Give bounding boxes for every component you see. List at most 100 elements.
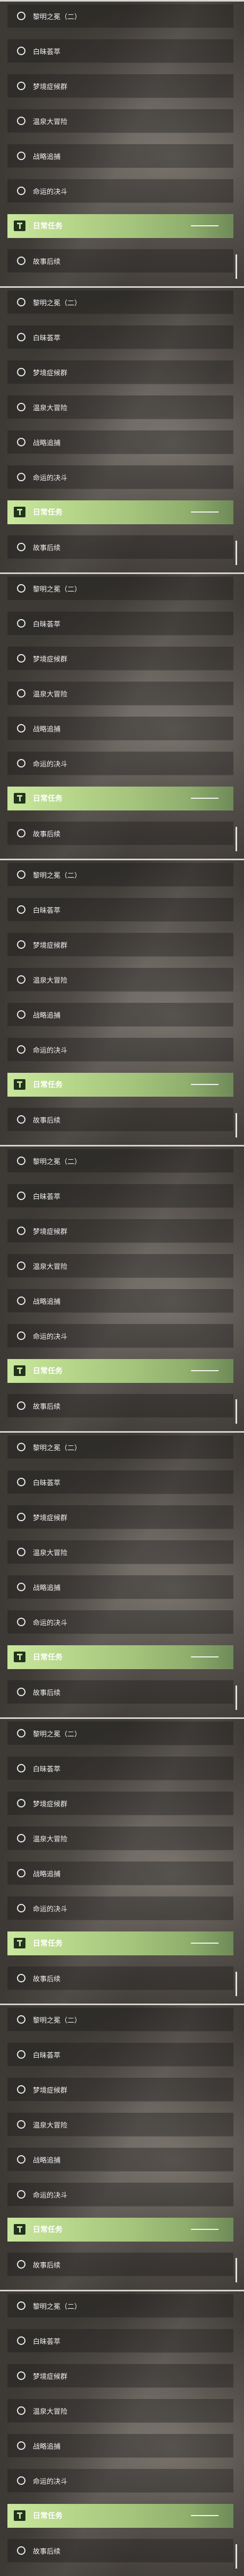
daily-task-row[interactable]: 日常任务 — [7, 787, 233, 810]
quest-item[interactable]: 白昧荟萃 — [7, 1184, 233, 1208]
quest-item[interactable]: 命运的决斗 — [7, 1324, 233, 1348]
daily-task-icon — [14, 2510, 25, 2521]
quest-item[interactable]: 温泉大冒险 — [7, 395, 233, 419]
quest-item-label: 黎明之冕（二） — [33, 2302, 82, 2311]
quest-item[interactable]: 白昧荟萃 — [7, 898, 233, 922]
scrollbar-thumb[interactable] — [236, 1113, 237, 1137]
quest-item[interactable]: 黎明之冕（二） — [7, 4, 233, 28]
quest-item-label: 战略追捕 — [33, 1298, 61, 1306]
quest-item-label: 白昧荟萃 — [33, 48, 61, 56]
quest-item[interactable]: 温泉大冒险 — [7, 682, 233, 705]
quest-item[interactable]: 故事后续 — [7, 1966, 233, 1990]
scrollbar-thumb[interactable] — [236, 1399, 237, 1424]
quest-item[interactable]: 故事后续 — [7, 1680, 233, 1704]
daily-task-row[interactable]: 日常任务 — [7, 2504, 233, 2528]
circle-outline-icon — [17, 473, 25, 481]
quest-item-label: 故事后续 — [33, 258, 61, 266]
quest-item-label: 白昧荟萃 — [33, 2051, 61, 2060]
quest-item[interactable]: 温泉大冒险 — [7, 1254, 233, 1278]
quest-item[interactable]: 故事后续 — [7, 249, 233, 273]
quest-item[interactable]: 命运的决斗 — [7, 179, 233, 203]
daily-task-row[interactable]: 日常任务 — [7, 1931, 233, 1955]
quest-item[interactable]: 梦境症候群 — [7, 1505, 233, 1529]
quest-item[interactable]: 命运的决斗 — [7, 465, 233, 489]
quest-item[interactable]: 命运的决斗 — [7, 1610, 233, 1634]
quest-item[interactable]: 黎明之冕（二） — [7, 1149, 233, 1173]
quest-item[interactable]: 白昧荟萃 — [7, 325, 233, 349]
quest-item-label: 命运的决斗 — [33, 1905, 68, 1913]
quest-item[interactable]: 战略追捕 — [7, 1862, 233, 1885]
quest-item[interactable]: 战略追捕 — [7, 1575, 233, 1599]
quest-item[interactable]: 黎明之冕（二） — [7, 577, 233, 601]
quest-item[interactable]: 命运的决斗 — [7, 752, 233, 775]
quest-item[interactable]: 白昧荟萃 — [7, 1757, 233, 1780]
quest-item[interactable]: 命运的决斗 — [7, 2469, 233, 2493]
quest-item[interactable]: 故事后续 — [7, 535, 233, 559]
quest-item[interactable]: 黎明之冕（二） — [7, 1435, 233, 1459]
daily-task-row[interactable]: 日常任务 — [7, 214, 233, 238]
quest-item[interactable]: 白昧荟萃 — [7, 2043, 233, 2067]
circle-outline-icon — [17, 724, 25, 733]
circle-outline-icon — [17, 1799, 25, 1807]
scrollbar-thumb[interactable] — [236, 1686, 237, 1710]
quest-item[interactable]: 战略追捕 — [7, 430, 233, 454]
quest-item[interactable]: 温泉大冒险 — [7, 968, 233, 992]
circle-outline-icon — [17, 1045, 25, 1054]
quest-item[interactable]: 梦境症候群 — [7, 1219, 233, 1243]
quest-item[interactable]: 梦境症候群 — [7, 2078, 233, 2102]
quest-item-label: 温泉大冒险 — [33, 1549, 68, 1557]
quest-item[interactable]: 温泉大冒险 — [7, 1540, 233, 1564]
quest-item[interactable]: 白昧荟萃 — [7, 2329, 233, 2353]
quest-item[interactable]: 故事后续 — [7, 1108, 233, 1132]
quest-item[interactable]: 白昧荟萃 — [7, 39, 233, 63]
quest-item[interactable]: 黎明之冕（二） — [7, 1722, 233, 1745]
quest-item[interactable]: 梦境症候群 — [7, 1792, 233, 1815]
quest-item[interactable]: 战略追捕 — [7, 2148, 233, 2172]
daily-task-row[interactable]: 日常任务 — [7, 2218, 233, 2242]
daily-task-label: 日常任务 — [33, 1939, 63, 1948]
quest-item[interactable]: 温泉大冒险 — [7, 109, 233, 133]
scrollbar-thumb[interactable] — [236, 2258, 237, 2282]
daily-task-row[interactable]: 日常任务 — [7, 1645, 233, 1669]
quest-item[interactable]: 战略追捕 — [7, 144, 233, 168]
quest-item[interactable]: 黎明之冕（二） — [7, 2294, 233, 2318]
quest-item[interactable]: 黎明之冕（二） — [7, 2008, 233, 2032]
quest-item[interactable]: 战略追捕 — [7, 2434, 233, 2458]
quest-item[interactable]: 战略追捕 — [7, 1289, 233, 1313]
quest-item-label: 战略追捕 — [33, 2156, 61, 2165]
quest-item[interactable]: 黎明之冕（二） — [7, 863, 233, 887]
quest-item[interactable]: 命运的决斗 — [7, 2183, 233, 2207]
quest-item[interactable]: 故事后续 — [7, 1394, 233, 1418]
quest-item[interactable]: 温泉大冒险 — [7, 2113, 233, 2137]
quest-item[interactable]: 战略追捕 — [7, 717, 233, 740]
circle-outline-icon — [17, 1192, 25, 1200]
scrollbar-thumb[interactable] — [236, 1972, 237, 1996]
quest-item[interactable]: 白昧荟萃 — [7, 612, 233, 636]
quest-item[interactable]: 战略追捕 — [7, 1003, 233, 1027]
scrollbar-thumb[interactable] — [236, 541, 237, 565]
quest-item[interactable]: 故事后续 — [7, 822, 233, 845]
quest-panel: 黎明之冕（二） 白昧荟萃梦境症候群温泉大冒险战略追捕命运的决斗日常任务故事后续 — [0, 2290, 244, 2576]
scrollbar-thumb[interactable] — [236, 2544, 237, 2569]
quest-item[interactable]: 黎明之冕（二） — [7, 290, 233, 314]
quest-item[interactable]: 命运的决斗 — [7, 1896, 233, 1920]
quest-item[interactable]: 梦境症候群 — [7, 74, 233, 98]
quest-item[interactable]: 梦境症候群 — [7, 933, 233, 957]
daily-task-label: 日常任务 — [33, 2226, 63, 2234]
daily-task-row[interactable]: 日常任务 — [7, 1073, 233, 1097]
quest-item-label: 战略追捕 — [33, 439, 61, 447]
circle-outline-icon — [17, 1834, 25, 1842]
quest-item[interactable]: 梦境症候群 — [7, 647, 233, 671]
quest-item[interactable]: 温泉大冒险 — [7, 1827, 233, 1850]
quest-item[interactable]: 故事后续 — [7, 2253, 233, 2277]
quest-item[interactable]: 白昧荟萃 — [7, 1470, 233, 1494]
quest-item[interactable]: 温泉大冒险 — [7, 2399, 233, 2423]
quest-item[interactable]: 故事后续 — [7, 2539, 233, 2563]
scrollbar-thumb[interactable] — [236, 827, 237, 851]
quest-item[interactable]: 梦境症候群 — [7, 2364, 233, 2388]
quest-item[interactable]: 命运的决斗 — [7, 1038, 233, 1062]
daily-task-row[interactable]: 日常任务 — [7, 500, 233, 524]
quest-item[interactable]: 梦境症候群 — [7, 360, 233, 384]
daily-task-row[interactable]: 日常任务 — [7, 1359, 233, 1383]
scrollbar-thumb[interactable] — [236, 254, 237, 279]
